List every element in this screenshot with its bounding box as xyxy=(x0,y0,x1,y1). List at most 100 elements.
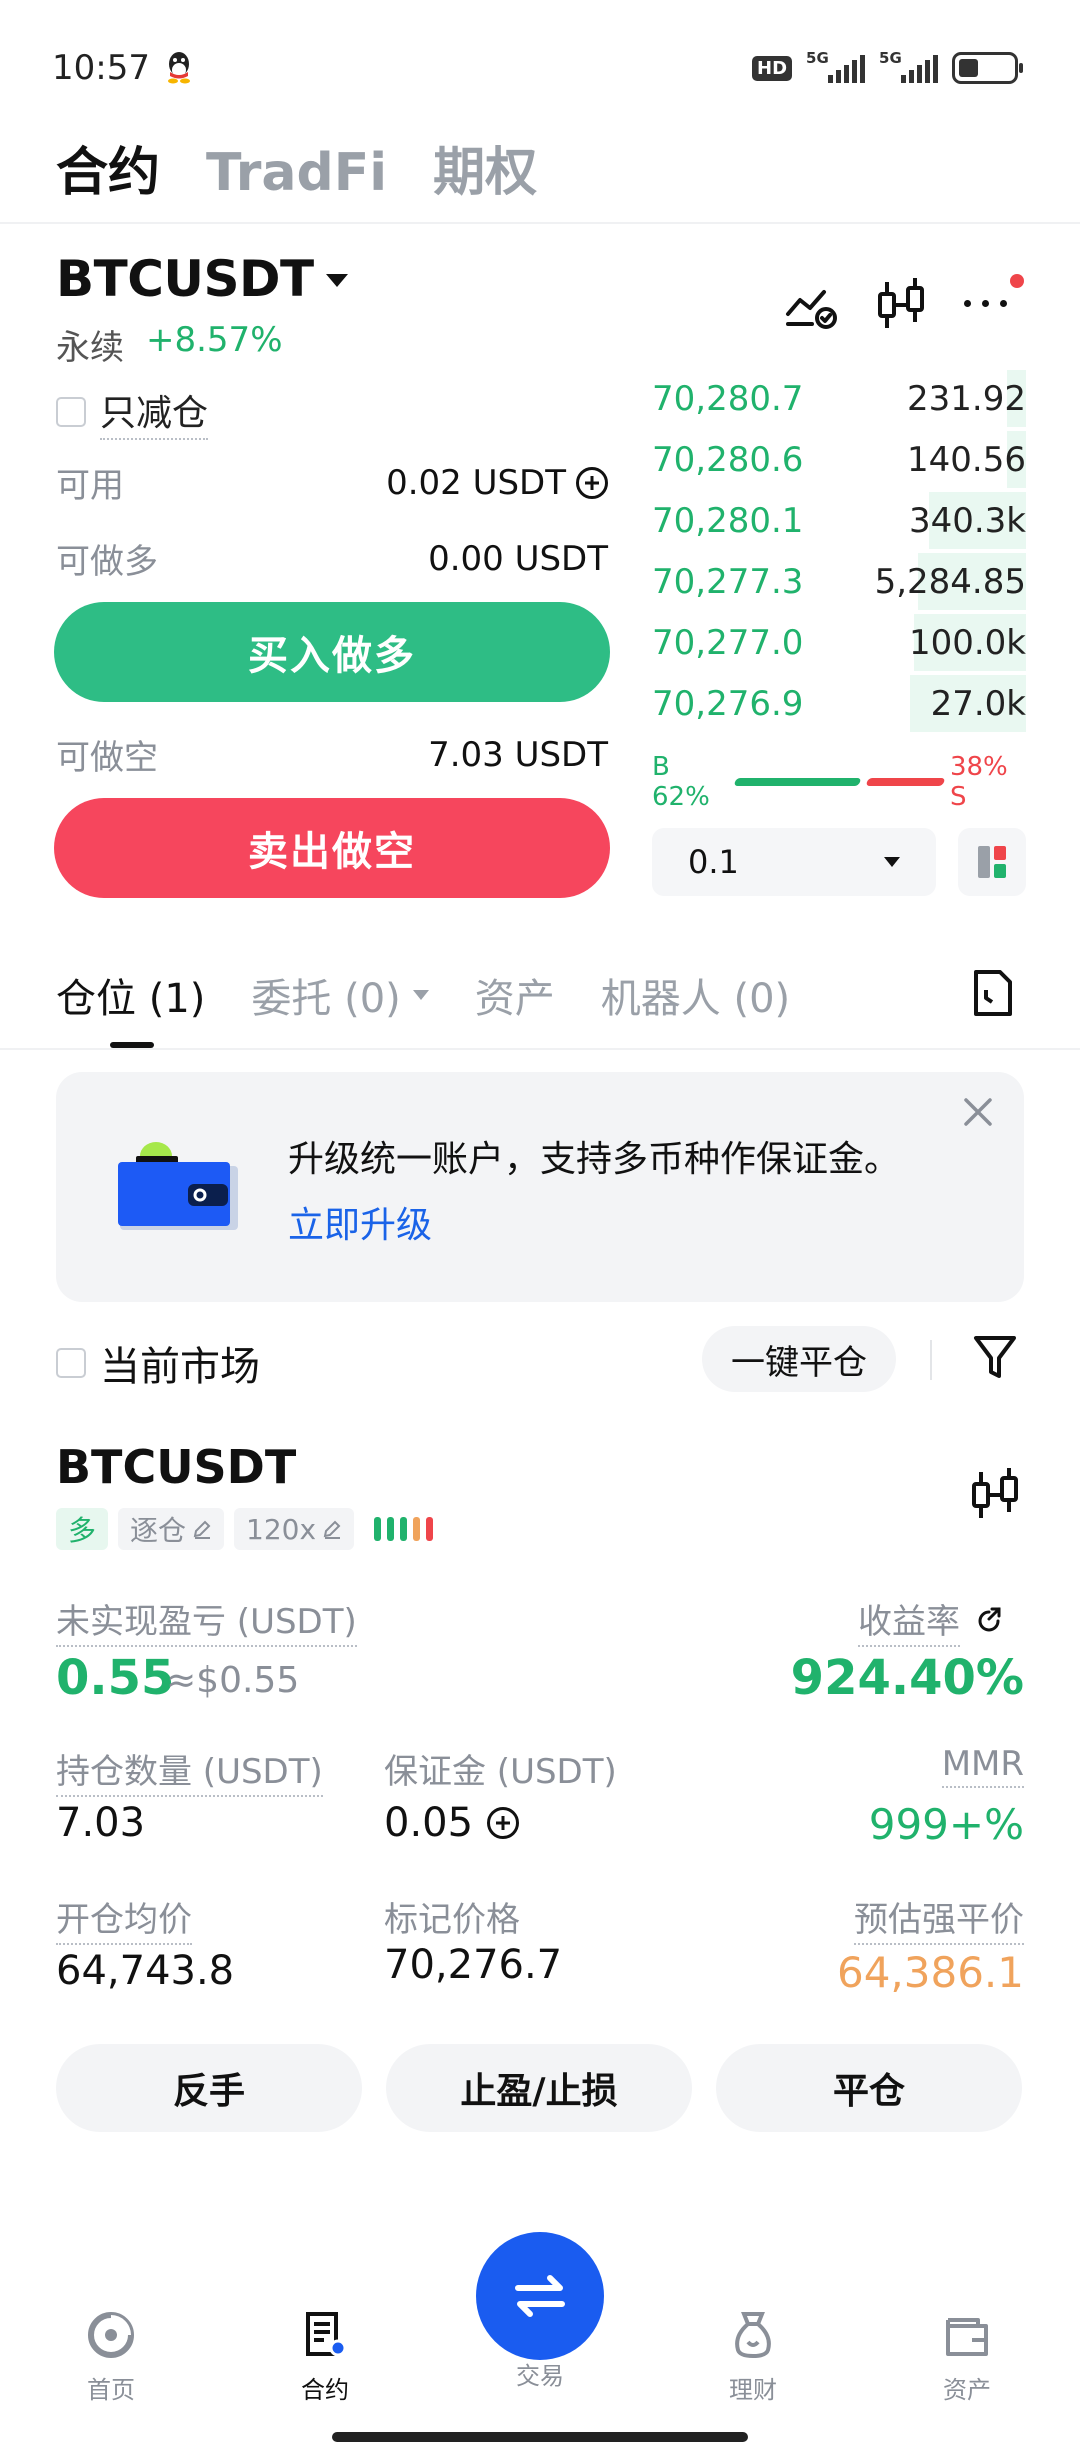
margin-value: 0.05 xyxy=(384,1800,474,1846)
entry-price-label: 开仓均价 xyxy=(56,1892,192,1945)
available-value: 0.02 USDT xyxy=(386,462,566,503)
unrealized-pnl-usd: ≈$0.55 xyxy=(166,1660,300,1701)
nav-home-label: 首页 xyxy=(87,2376,135,2404)
nav-trade-label: 交易 xyxy=(516,2362,564,2390)
buy-sell-ratio: B 62% 38% S xyxy=(652,752,1026,812)
more-icon[interactable] xyxy=(964,274,1024,322)
can-long-label: 可做多 xyxy=(56,542,158,582)
can-long-value: 0.00 USDT xyxy=(428,538,608,579)
mmr-label: MMR xyxy=(941,1744,1024,1788)
nav-futures[interactable]: 合约 xyxy=(260,2310,390,2405)
edit-icon xyxy=(323,1520,341,1539)
nav-assets[interactable]: 资产 xyxy=(902,2310,1032,2405)
signal-1-label: 5G xyxy=(806,49,829,67)
orderbook-row[interactable]: 70,276.9 27.0k xyxy=(652,673,1026,734)
bid-price: 70,276.9 xyxy=(652,683,804,724)
available-label: 可用 xyxy=(56,466,124,506)
battery-icon xyxy=(952,52,1024,84)
tab-futures[interactable]: 合约 xyxy=(56,130,160,205)
orderbook-row[interactable]: 70,280.6 140.56 xyxy=(652,429,1026,490)
precision-value: 0.1 xyxy=(688,843,739,881)
transfer-add-icon[interactable] xyxy=(576,466,608,499)
battery-level xyxy=(959,59,979,77)
nav-assets-label: 资产 xyxy=(943,2376,991,2404)
tab-assets[interactable]: 资产 xyxy=(475,966,555,1024)
checkbox[interactable] xyxy=(56,1348,86,1378)
tab-bots[interactable]: 机器人 (0) xyxy=(601,966,790,1024)
orderbook-row[interactable]: 70,277.0 100.0k xyxy=(652,612,1026,673)
can-short-value: 7.03 USDT xyxy=(428,734,608,775)
history-icon[interactable] xyxy=(972,968,1014,1018)
position-symbol[interactable]: BTCUSDT xyxy=(56,1440,296,1494)
margin-value-group: 0.05 xyxy=(384,1800,520,1846)
price-change: +8.57% xyxy=(146,320,283,360)
nav-trade[interactable]: 交易 xyxy=(475,2356,605,2391)
chart-icon[interactable] xyxy=(876,276,928,332)
upgrade-now-link[interactable]: 立即升级 xyxy=(288,1196,432,1248)
buy-long-button[interactable]: 买入做多 xyxy=(54,602,610,702)
banner-text: 升级统一账户，支持多币种作保证金。 xyxy=(288,1139,901,1180)
tab-tradfi[interactable]: TradFi xyxy=(206,143,387,203)
sell-ratio: 38% S xyxy=(949,752,1008,812)
bid-qty: 100.0k xyxy=(908,622,1026,663)
checkbox[interactable] xyxy=(56,397,86,427)
sell-short-button[interactable]: 卖出做空 xyxy=(54,798,610,898)
bid-price: 70,277.0 xyxy=(652,622,804,663)
roi-label-group: 收益率 xyxy=(858,1594,1004,1647)
leverage-label: 120x xyxy=(246,1512,317,1546)
contract-type: 永续 xyxy=(56,328,124,368)
home-indicator xyxy=(332,2432,748,2442)
precision-select[interactable]: 0.1 xyxy=(652,828,936,896)
tp-sl-button[interactable]: 止盈/止损 xyxy=(386,2044,692,2132)
close-position-button[interactable]: 平仓 xyxy=(716,2044,1022,2132)
status-time: 10:57 xyxy=(52,48,150,88)
tab-orders-label: 委托 (0) xyxy=(251,976,401,1022)
mmr-value: 999+% xyxy=(868,1800,1024,1849)
nav-earn-label: 理财 xyxy=(729,2376,777,2404)
reduce-only-checkbox[interactable]: 只减仓 xyxy=(56,384,209,440)
position-tabs: 仓位 (1) 委托 (0) 资产 机器人 (0) xyxy=(56,966,790,1024)
tab-options[interactable]: 期权 xyxy=(433,130,537,205)
position-qty-label: 持仓数量 (USDT) xyxy=(56,1744,323,1797)
orderbook-row[interactable]: 70,280.7 231.92 xyxy=(652,368,1026,429)
orderbook-layout-icon[interactable] xyxy=(958,828,1026,896)
caret-down-icon[interactable] xyxy=(326,274,348,287)
can-short-label: 可做空 xyxy=(56,738,158,778)
upgrade-banner[interactable]: 升级统一账户，支持多币种作保证金。 立即升级 xyxy=(56,1072,1024,1302)
orderbook-row[interactable]: 70,277.3 5,284.85 xyxy=(652,551,1026,612)
close-all-button[interactable]: 一键平仓 xyxy=(702,1326,896,1392)
share-icon[interactable] xyxy=(974,1606,1004,1636)
roi-label: 收益率 xyxy=(858,1594,960,1647)
liq-price-label: 预估强平价 xyxy=(854,1892,1024,1945)
nav-home[interactable]: 首页 xyxy=(46,2310,176,2405)
filter-icon[interactable] xyxy=(972,1332,1018,1382)
mark-price-value: 70,276.7 xyxy=(384,1942,563,1988)
add-margin-icon[interactable] xyxy=(487,1807,520,1839)
bid-qty: 140.56 xyxy=(907,439,1026,480)
unrealized-pnl-value: 0.55 xyxy=(56,1650,175,1706)
bid-qty: 27.0k xyxy=(930,683,1026,724)
position-tags: 多 逐仓 120x xyxy=(56,1508,434,1550)
tab-orders[interactable]: 委托 (0) xyxy=(251,966,429,1024)
margin-mode-tag[interactable]: 逐仓 xyxy=(118,1508,225,1550)
symbol-selector[interactable]: BTCUSDT xyxy=(56,250,314,308)
risk-level-icon xyxy=(374,1517,434,1541)
bid-qty: 231.92 xyxy=(907,378,1026,419)
nav-earn[interactable]: 理财 xyxy=(688,2310,818,2405)
trade-fab-button[interactable] xyxy=(476,2232,604,2360)
bid-price: 70,280.6 xyxy=(652,439,804,480)
bid-price: 70,280.7 xyxy=(652,378,804,419)
side-tag: 多 xyxy=(56,1508,109,1550)
bid-qty: 340.3k xyxy=(908,500,1026,541)
chevron-down-icon xyxy=(412,990,429,1000)
current-market-checkbox[interactable]: 当前市场 xyxy=(56,1334,260,1392)
chart-icon[interactable] xyxy=(970,1466,1022,1522)
orderbook-row[interactable]: 70,280.1 340.3k xyxy=(652,490,1026,551)
close-icon[interactable] xyxy=(960,1094,996,1130)
leverage-tag[interactable]: 120x xyxy=(234,1508,355,1550)
reverse-button[interactable]: 反手 xyxy=(56,2044,362,2132)
tab-bots-label: 机器人 (0) xyxy=(600,976,791,1022)
strategy-icon[interactable] xyxy=(784,278,840,334)
tab-positions[interactable]: 仓位 (1) xyxy=(56,966,205,1024)
wallet-icon xyxy=(946,2318,988,2356)
